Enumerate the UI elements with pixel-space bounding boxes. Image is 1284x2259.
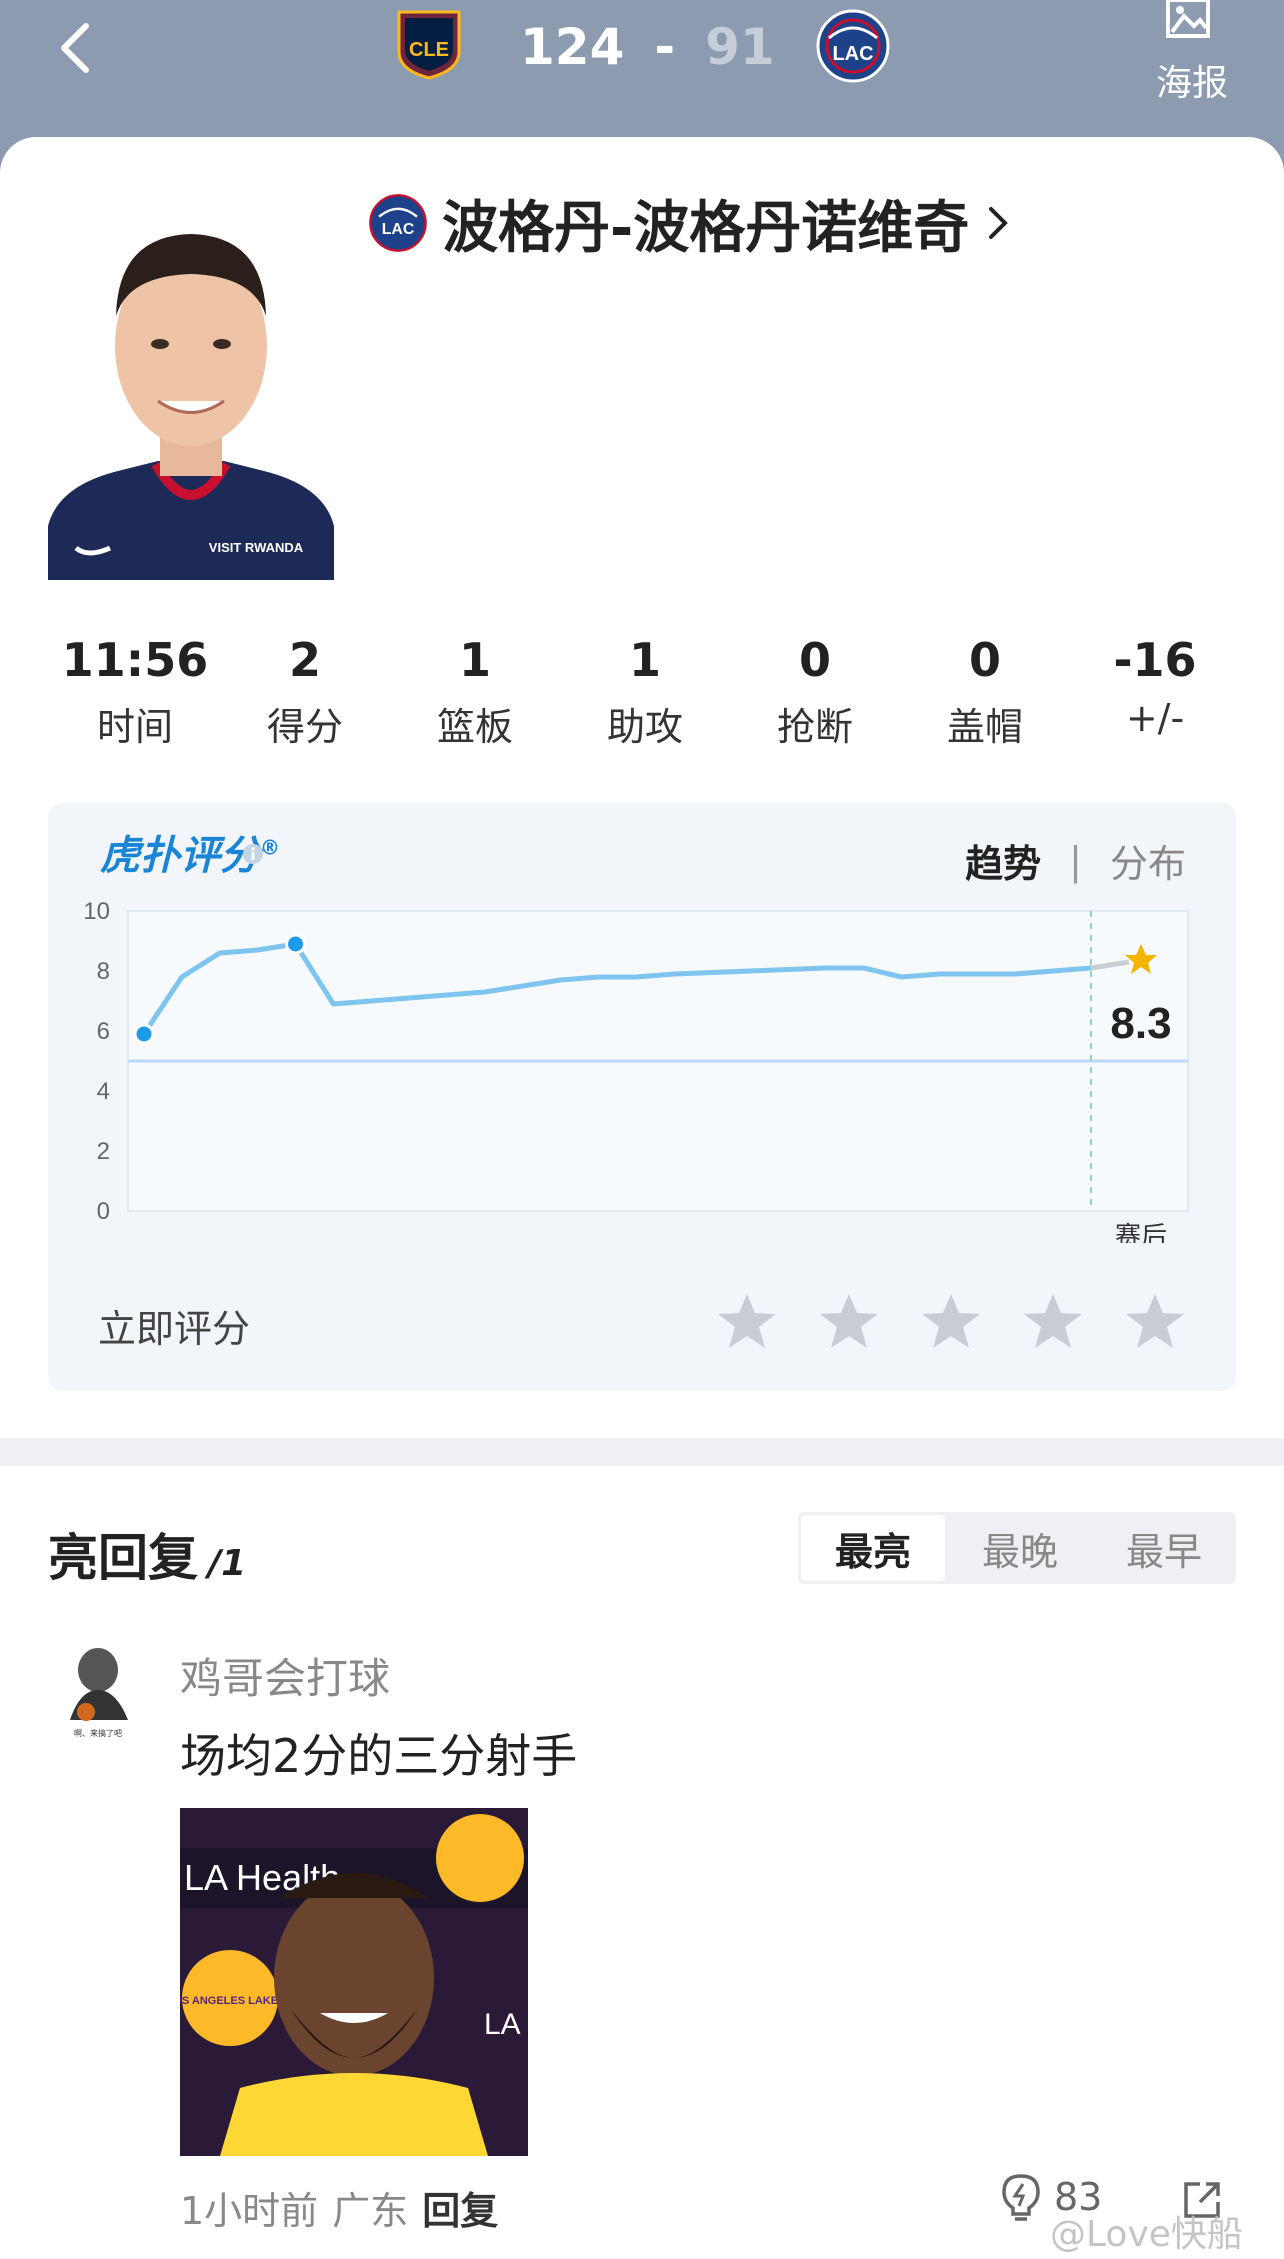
reply-meta: 1小时前 广东 回复 <box>180 2180 498 2235</box>
lightbulb-icon <box>1002 2174 1040 2221</box>
data-point <box>133 1023 155 1045</box>
x-end-label: 赛后 <box>1115 1222 1167 1243</box>
stat-steals: 0 抢断 <box>730 630 900 751</box>
watermark: @Love快船 <box>1050 2214 1243 2255</box>
stat-label: 得分 <box>266 705 343 749</box>
stat-label: 助攻 <box>606 705 683 749</box>
rating-stars <box>716 1291 1186 1353</box>
player-team-logo: LAC <box>369 194 427 252</box>
player-photo: VISIT RWANDA <box>48 196 334 580</box>
stat-blocks: 0 盖帽 <box>900 630 1070 751</box>
reply-location: 广东 <box>332 2189 409 2233</box>
reply-sort-tabs: 最亮 最晚 最早 <box>798 1512 1236 1584</box>
stat-value: 1 <box>628 633 661 687</box>
poster-button[interactable]: 海报 <box>1150 0 1230 110</box>
rating-star-icon[interactable] <box>920 1291 982 1353</box>
y-tick-label: 6 <box>97 1018 110 1045</box>
stat-assists: 1 助攻 <box>560 630 730 751</box>
sort-tab-latest[interactable]: 最晚 <box>948 1512 1092 1584</box>
rating-star-icon[interactable] <box>818 1291 880 1353</box>
stat-minutes: 11:56 时间 <box>50 630 220 751</box>
section-divider <box>0 1438 1284 1466</box>
reply-time: 1小时前 <box>180 2189 319 2233</box>
replies-header: 亮回复 /1 <box>48 1518 246 1590</box>
sort-tab-brightest[interactable]: 最亮 <box>801 1515 945 1581</box>
data-point <box>285 933 307 955</box>
chevron-right-icon <box>989 207 1009 239</box>
image-icon <box>1166 0 1210 38</box>
jersey-text: VISIT RWANDA <box>209 540 304 555</box>
reply-button[interactable]: 回复 <box>422 2180 498 2235</box>
rating-star-icon[interactable] <box>1022 1291 1084 1353</box>
stat-label: 盖帽 <box>946 705 1023 749</box>
final-rating-value: 8.3 <box>1110 999 1171 1048</box>
reply-image[interactable]: LA Health LOS ANGELES LAKERS LA He <box>180 1808 528 2156</box>
replies-title: 亮回复 <box>48 1529 198 1587</box>
rating-view-tabs: 趋势 | 分布 <box>965 833 1186 888</box>
lac-team-logo[interactable]: LAC <box>815 8 891 84</box>
y-tick-label: 8 <box>97 958 110 985</box>
lac-logo-text: LAC <box>832 43 873 65</box>
stat-rebounds: 1 篮板 <box>390 630 560 751</box>
y-tick-label: 0 <box>97 1198 110 1225</box>
rating-star-icon[interactable] <box>716 1291 778 1353</box>
player-name: 波格丹-波格丹诺维奇 <box>442 195 970 261</box>
info-icon[interactable] <box>242 843 264 865</box>
score-separator: - <box>654 18 676 76</box>
player-name-row[interactable]: LAC 波格丹-波格丹诺维奇 <box>368 188 1013 261</box>
stat-label: +/- <box>1125 696 1185 740</box>
tab-trend[interactable]: 趋势 <box>965 833 1041 888</box>
stat-line: 11:56 时间 2 得分 1 篮板 1 助攻 0 抢断 0 盖帽 -16 +/… <box>50 630 1250 750</box>
stat-label: 抢断 <box>776 705 853 749</box>
y-tick-label: 2 <box>97 1138 110 1165</box>
avatar[interactable]: 啊、来搞了吧 <box>50 1640 150 1740</box>
stat-label: 篮板 <box>436 705 513 749</box>
stat-value: 11:56 <box>61 633 209 687</box>
player-team-logo-text: LAC <box>382 221 414 238</box>
reply-username[interactable]: 鸡哥会打球 <box>180 1645 390 1706</box>
rating-star-icon[interactable] <box>1124 1291 1186 1353</box>
stat-value: -16 <box>1113 633 1197 687</box>
stat-value: 0 <box>798 633 831 687</box>
stat-points: 2 得分 <box>220 630 390 751</box>
stat-value: 2 <box>288 633 321 687</box>
back-icon[interactable] <box>50 18 110 78</box>
stat-label: 时间 <box>96 705 173 749</box>
away-score: 91 <box>705 18 775 76</box>
cle-logo-text: CLE <box>409 39 449 61</box>
poster-label: 海报 <box>1156 63 1229 104</box>
tab-separator: | <box>1069 838 1082 883</box>
image-sign-text-2: LA He <box>484 2008 528 2041</box>
scoreboard: 124 - 91 <box>520 12 775 82</box>
sort-tab-earliest[interactable]: 最早 <box>1092 1512 1236 1584</box>
reply-text: 场均2分的三分射手 <box>180 1729 578 1783</box>
rating-panel: 虎扑评分® 趋势 | 分布 10 8 6 4 2 0 8.3 赛后 立即评分 <box>48 803 1236 1391</box>
y-tick-label: 4 <box>97 1078 110 1105</box>
avatar-caption: 啊、来搞了吧 <box>74 1728 122 1738</box>
y-tick-label: 10 <box>83 898 110 925</box>
replies-count: /1 <box>208 1543 247 1584</box>
tab-distribution[interactable]: 分布 <box>1110 833 1186 888</box>
rating-brand-text: 虎扑评分 <box>100 833 260 879</box>
rating-trend-chart: 10 8 6 4 2 0 8.3 赛后 <box>83 898 1189 1243</box>
stat-value: 1 <box>458 633 491 687</box>
cle-team-logo[interactable]: CLE <box>395 8 463 80</box>
rate-now-label: 立即评分 <box>98 1307 251 1351</box>
stat-value: 0 <box>968 633 1001 687</box>
home-score: 124 <box>520 18 625 76</box>
stat-plus-minus: -16 +/- <box>1070 630 1240 740</box>
